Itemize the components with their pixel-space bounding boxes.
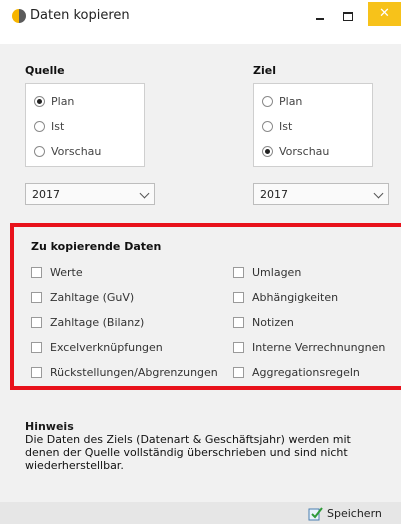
target-year-value: 2017 — [260, 188, 288, 201]
checkbox[interactable] — [233, 291, 244, 303]
chevron-down-icon — [373, 188, 384, 199]
hint-title: Hinweis — [25, 420, 74, 433]
source-option-plan[interactable]: Plan — [34, 93, 74, 109]
target-label: Ziel — [253, 64, 276, 77]
source-option-ist[interactable]: Ist — [34, 118, 64, 134]
data-to-copy-panel: Zu kopierende Daten Werte Zahltage (GuV)… — [10, 223, 401, 390]
copy-data-dialog: Daten kopieren ✕ Quelle Plan Ist Vorscha… — [0, 0, 401, 524]
source-option-vorschau[interactable]: Vorschau — [34, 143, 101, 159]
save-button[interactable]: Speichern — [308, 504, 382, 522]
title-bar: Daten kopieren ✕ — [0, 0, 401, 44]
source-radio-group: Plan Ist Vorschau — [25, 83, 145, 167]
target-option-plan[interactable]: Plan — [262, 93, 302, 109]
checkbox-excelverknuepfungen[interactable]: Excelverknüpfungen — [31, 339, 163, 355]
checkbox[interactable] — [31, 266, 42, 278]
dialog-footer: Speichern — [0, 502, 401, 524]
chevron-down-icon — [139, 188, 150, 199]
radio-button[interactable] — [34, 145, 45, 157]
checkbox-werte[interactable]: Werte — [31, 264, 83, 280]
checkbox-umlagen[interactable]: Umlagen — [233, 264, 301, 280]
source-year-select[interactable]: 2017 — [25, 183, 155, 205]
target-year-select[interactable]: 2017 — [253, 183, 389, 205]
target-radio-group: Plan Ist Vorschau — [253, 83, 373, 167]
checkbox[interactable] — [31, 291, 42, 303]
checkbox-zahltage-bilanz[interactable]: Zahltage (Bilanz) — [31, 314, 144, 330]
save-check-icon — [308, 506, 323, 520]
checkbox[interactable] — [31, 366, 42, 378]
checkbox[interactable] — [31, 316, 42, 328]
target-option-vorschau[interactable]: Vorschau — [262, 143, 329, 159]
minimize-button[interactable] — [312, 8, 328, 24]
hint-text: Die Daten des Ziels (Datenart & Geschäft… — [25, 433, 351, 472]
maximize-button[interactable] — [340, 8, 356, 24]
checkbox-aggregationsregeln[interactable]: Aggregationsregeln — [233, 364, 360, 380]
target-option-ist[interactable]: Ist — [262, 118, 292, 134]
checkbox-zahltage-guv[interactable]: Zahltage (GuV) — [31, 289, 134, 305]
radio-button[interactable] — [34, 95, 45, 107]
checkbox-interne-verrechnungen[interactable]: Interne Verrechnungnen — [233, 339, 385, 355]
radio-button[interactable] — [262, 145, 273, 157]
checkbox-notizen[interactable]: Notizen — [233, 314, 294, 330]
source-label: Quelle — [25, 64, 65, 77]
radio-button[interactable] — [262, 120, 273, 132]
radio-button[interactable] — [262, 95, 273, 107]
checkbox[interactable] — [233, 341, 244, 353]
data-to-copy-label: Zu kopierende Daten — [31, 240, 162, 253]
checkbox-abhaengigkeiten[interactable]: Abhängigkeiten — [233, 289, 338, 305]
checkbox[interactable] — [233, 266, 244, 278]
checkbox[interactable] — [233, 316, 244, 328]
source-year-value: 2017 — [32, 188, 60, 201]
checkbox[interactable] — [31, 341, 42, 353]
window-title: Daten kopieren — [30, 8, 130, 23]
checkbox[interactable] — [233, 366, 244, 378]
radio-button[interactable] — [34, 120, 45, 132]
app-logo-icon — [12, 9, 26, 23]
close-button[interactable]: ✕ — [368, 2, 401, 26]
checkbox-rueckstellungen[interactable]: Rückstellungen/Abgrenzungen — [31, 364, 218, 380]
